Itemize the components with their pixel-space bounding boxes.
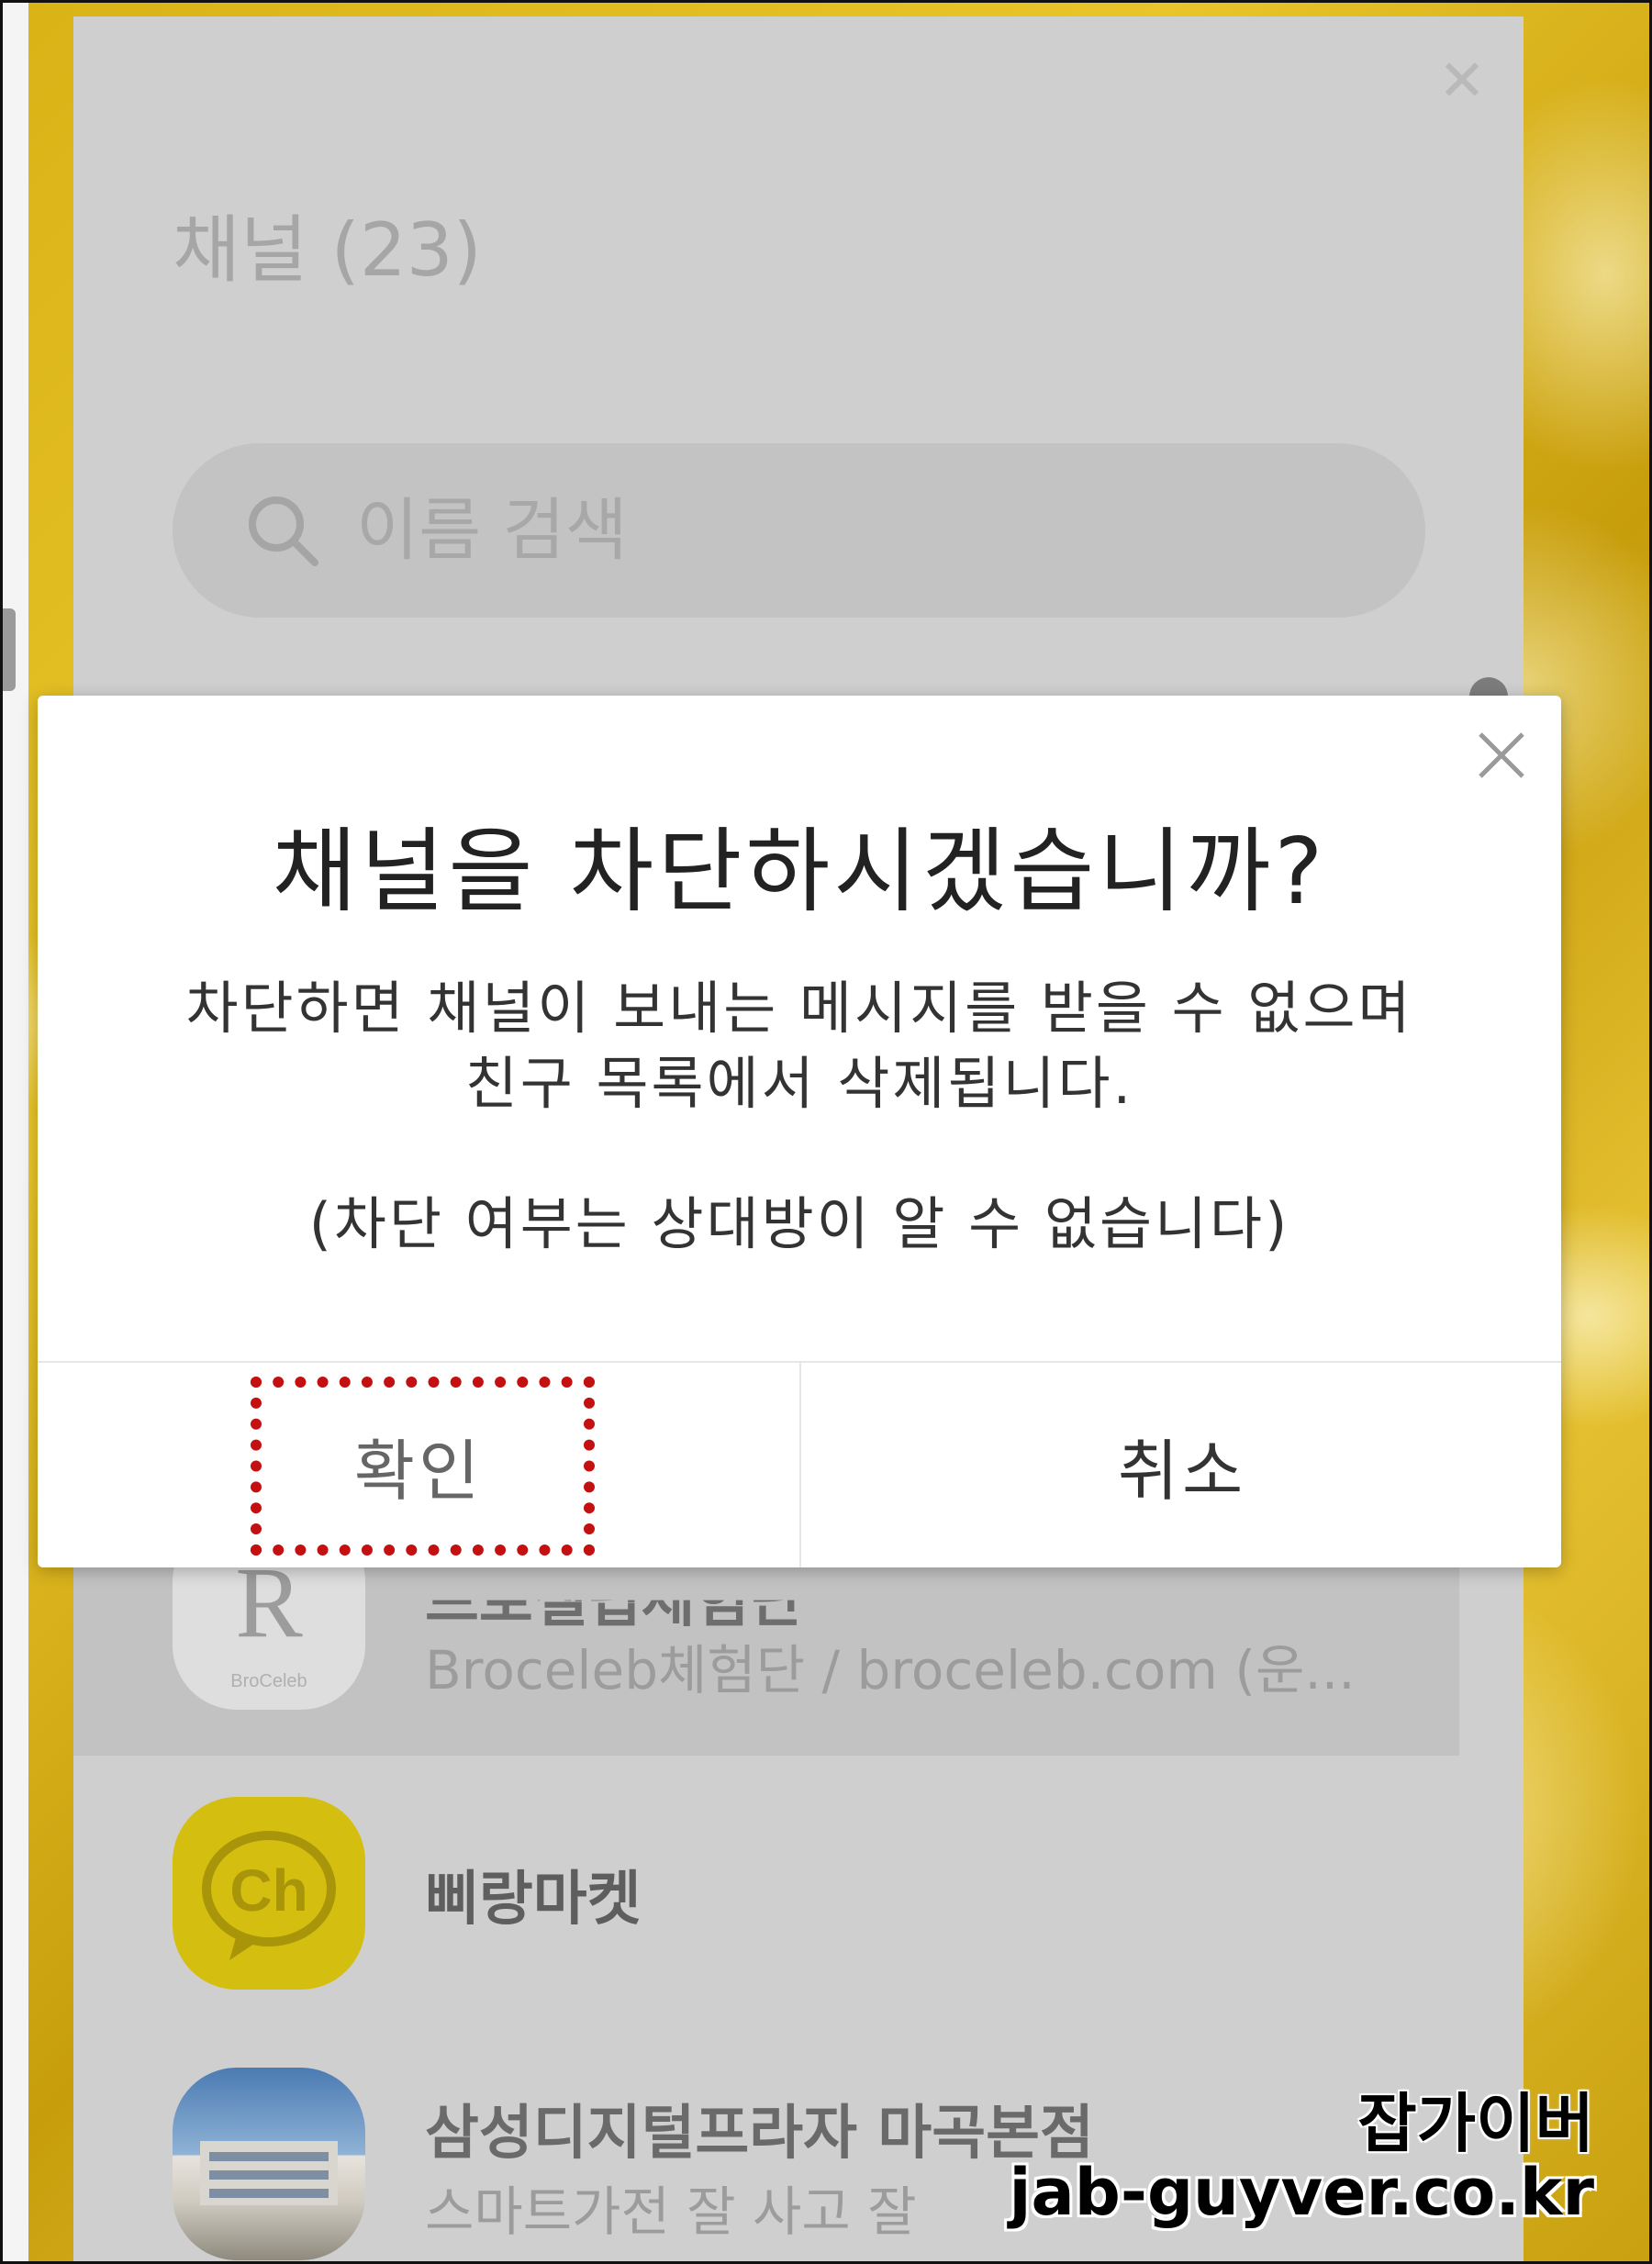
- channel-avatar: [173, 2068, 365, 2260]
- left-edge: [3, 3, 28, 2261]
- list-item-subtitle: 스마트가전 잘 사고 잘: [425, 2180, 917, 2243]
- dialog-note: (차단 여부는 상대방이 알 수 없습니다): [308, 1190, 1290, 1257]
- dialog-message: 차단하면 채널이 보내는 메시지를 받을 수 없으며 친구 목록에서 삭제됩니다…: [38, 971, 1561, 1121]
- svg-text:Ch: Ch: [229, 1857, 307, 1924]
- channel-avatar: Ch: [173, 1797, 365, 1990]
- watermark-name: 잡가이버: [1357, 2086, 1594, 2161]
- dialog-message-line: 차단하면 채널이 보내는 메시지를 받을 수 없으며: [185, 975, 1413, 1042]
- list-item-name: 삼성디지털프라자 마곡본점: [425, 2100, 1094, 2168]
- watermark-url: jab-guyver.co.kr: [1009, 2155, 1594, 2230]
- dialog-message-line: 친구 목록에서 삭제됩니다.: [464, 1050, 1134, 1117]
- store-photo-icon: [200, 2141, 338, 2205]
- screenshot-frame: ✕ 채널 (23) 이름 검색 R BroCeleb 브로셀럽체험단 Broce…: [0, 0, 1652, 2264]
- highlight-annotation: [251, 1377, 595, 1556]
- window-close-icon[interactable]: ✕: [1430, 49, 1494, 113]
- list-item-name: 삐랑마켓: [425, 1866, 642, 1934]
- left-handle: [3, 608, 16, 691]
- kakao-channel-icon: Ch: [202, 1831, 336, 1960]
- cancel-button[interactable]: 취소: [801, 1363, 1563, 1567]
- list-item-subtitle: Broceleb체험단 / broceleb.com (운...: [425, 1639, 1356, 1701]
- search-icon: [249, 496, 318, 566]
- svg-text:BroCeleb: BroCeleb: [230, 1671, 307, 1691]
- close-icon[interactable]: [1469, 723, 1534, 787]
- search-input[interactable]: 이름 검색: [356, 489, 628, 572]
- channel-window-title: 채널 (23): [173, 207, 482, 293]
- dialog-title: 채널을 차단하시겠습니까?: [272, 818, 1327, 925]
